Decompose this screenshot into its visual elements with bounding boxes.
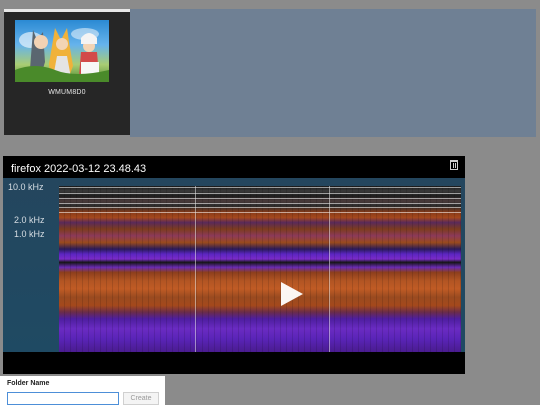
spectrogram-gridline [59, 207, 461, 208]
player-title: firefox 2022-03-12 23.48.43 [11, 163, 147, 175]
folder-panel: Folder Name Create [0, 376, 165, 405]
spectrogram-gridline [59, 198, 461, 199]
folder-name-label: Folder Name [7, 380, 50, 387]
spectrogram-gridline [59, 193, 461, 194]
folder-name-input[interactable] [7, 392, 119, 405]
spectrogram[interactable]: 10.0 kHz 2.0 kHz 1.0 kHz [3, 178, 465, 352]
spectrogram-plot [59, 186, 461, 352]
tile-thumbnail[interactable] [15, 20, 109, 82]
media-tile[interactable]: WMUM8D0 [4, 9, 130, 135]
freq-label-10khz: 10.0 kHz [8, 182, 44, 192]
spectrogram-gridline [59, 203, 461, 204]
tile-highlight-bar [4, 9, 130, 12]
spectrogram-gridline [59, 187, 461, 188]
spectrogram-marker [195, 186, 196, 352]
freq-label-1khz: 1.0 kHz [14, 229, 45, 239]
trash-icon[interactable] [450, 160, 458, 170]
media-strip [130, 9, 536, 137]
tile-caption: WMUM8D0 [48, 89, 86, 96]
spectrogram-marker [329, 186, 330, 352]
create-folder-button[interactable]: Create [123, 392, 159, 405]
page: WMUM8D0 firefox 2022-03-12 23.48.43 10.0… [0, 0, 540, 405]
thumbnail-illustration [15, 28, 109, 82]
play-icon[interactable] [281, 282, 303, 306]
spectrogram-gridline [59, 212, 461, 213]
video-player[interactable]: firefox 2022-03-12 23.48.43 10.0 kHz 2.0… [3, 156, 465, 374]
freq-label-2khz: 2.0 kHz [14, 215, 45, 225]
